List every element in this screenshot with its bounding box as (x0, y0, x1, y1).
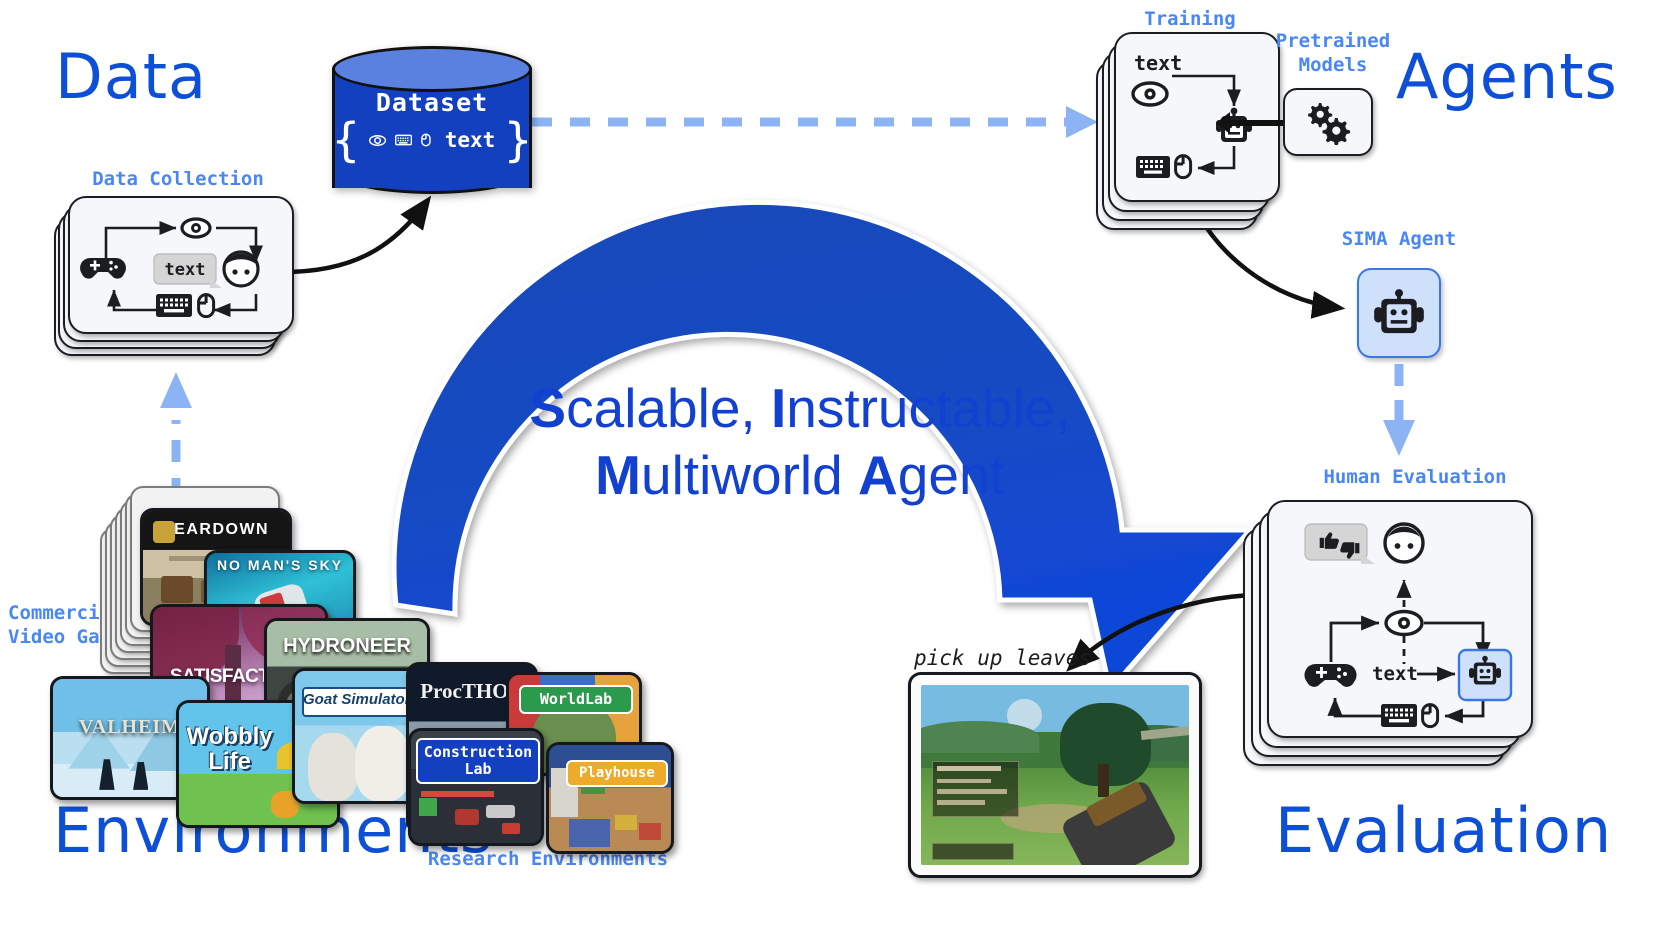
human-evaluation-loop: text (1304, 522, 1513, 729)
eye-icon (1131, 81, 1169, 107)
svg-text:text: text (165, 260, 206, 280)
page-title-agents: Agents (1396, 40, 1618, 113)
data-collection-stack: text (54, 196, 294, 358)
data-collection-card: text (68, 196, 294, 334)
sima-to-evaluation-arrow (1383, 364, 1415, 456)
env-tile-playhouse[interactable]: Playhouse (546, 742, 674, 854)
game-title-wobbly-life: Wobbly Life (186, 722, 273, 775)
page-title-data: Data (55, 40, 208, 113)
center-title-line1: Scalable, Instructable, (529, 377, 1071, 439)
gears-icon (1308, 103, 1351, 145)
gameplay-image (921, 685, 1189, 865)
data-collection-loop: text (80, 217, 264, 319)
pretrained-models-box (1283, 88, 1373, 156)
eye-icon (180, 217, 212, 239)
human-eval-text-token: text (1372, 663, 1418, 685)
human-evaluation-label: Human Evaluation (1323, 466, 1507, 488)
keyboard-icon (394, 134, 412, 146)
page-title-evaluation: Evaluation (1275, 794, 1613, 867)
robot-icon (1374, 289, 1424, 334)
text-bubble-icon: text (153, 253, 222, 288)
dataset-to-training-arrow (532, 106, 1098, 138)
teardown-logo-icon (153, 521, 175, 543)
env-title-worldlab: WorldLab (519, 684, 633, 715)
env-tile-construction-lab[interactable]: Construction Lab (408, 728, 544, 846)
thumbs-feedback-icon (1304, 523, 1375, 564)
mouse-icon (1421, 703, 1440, 729)
sima-agent-label: SIMA Agent (1341, 228, 1457, 250)
keyboard-icon (1381, 704, 1417, 727)
env-title-playhouse: Playhouse (566, 759, 668, 788)
robot-icon (1457, 648, 1513, 702)
eye-icon (368, 134, 386, 146)
mouse-icon (420, 133, 431, 147)
env-title-construction-lab: Construction Lab (416, 737, 540, 785)
sima-overview-diagram: Data Agents Environments Evaluation Data… (0, 0, 1661, 935)
dataset-cylinder: Dataset {text} (332, 46, 532, 194)
environments-to-collection-arrow (160, 372, 192, 500)
person-icon (222, 250, 260, 288)
dataset-title: Dataset (375, 88, 489, 117)
dataset-text-token: text (444, 128, 496, 153)
keyboard-icon (1136, 156, 1170, 178)
open-brace-glyph: { (332, 113, 360, 167)
mouse-icon (197, 293, 216, 319)
agent-gameplay-screenshot (908, 672, 1202, 878)
collection-to-dataset-arrow (282, 195, 432, 275)
keyboard-icon (156, 294, 192, 317)
training-text-token: text (1134, 51, 1182, 75)
mouse-icon (1174, 154, 1193, 180)
game-title-no-mans-sky: NO MAN'S SKY (216, 557, 344, 574)
training-label: Training (1144, 8, 1236, 30)
center-title-line2: Multiworld Agent (595, 444, 1005, 507)
gamepad-icon (1304, 663, 1357, 687)
dataset-modalities: {text} (332, 113, 532, 167)
sima-agent-box (1357, 268, 1441, 358)
instruction-caption: pick up leaves (914, 646, 1092, 670)
gamepad-icon (80, 258, 126, 279)
close-brace-glyph: } (504, 113, 532, 167)
eye-icon (1384, 609, 1424, 637)
pretrained-to-training-arrow (1216, 112, 1283, 134)
human-evaluation-stack: text (1243, 500, 1543, 770)
human-evaluation-card: text (1267, 500, 1533, 738)
center-title: Scalable, Instructable, Multiworld Agent (460, 375, 1140, 509)
data-collection-label: Data Collection (92, 168, 264, 190)
pretrained-models-label: Pretrained Models (1275, 30, 1391, 76)
person-icon (1383, 522, 1425, 564)
game-title-hydroneer: HYDRONEER (283, 634, 411, 657)
